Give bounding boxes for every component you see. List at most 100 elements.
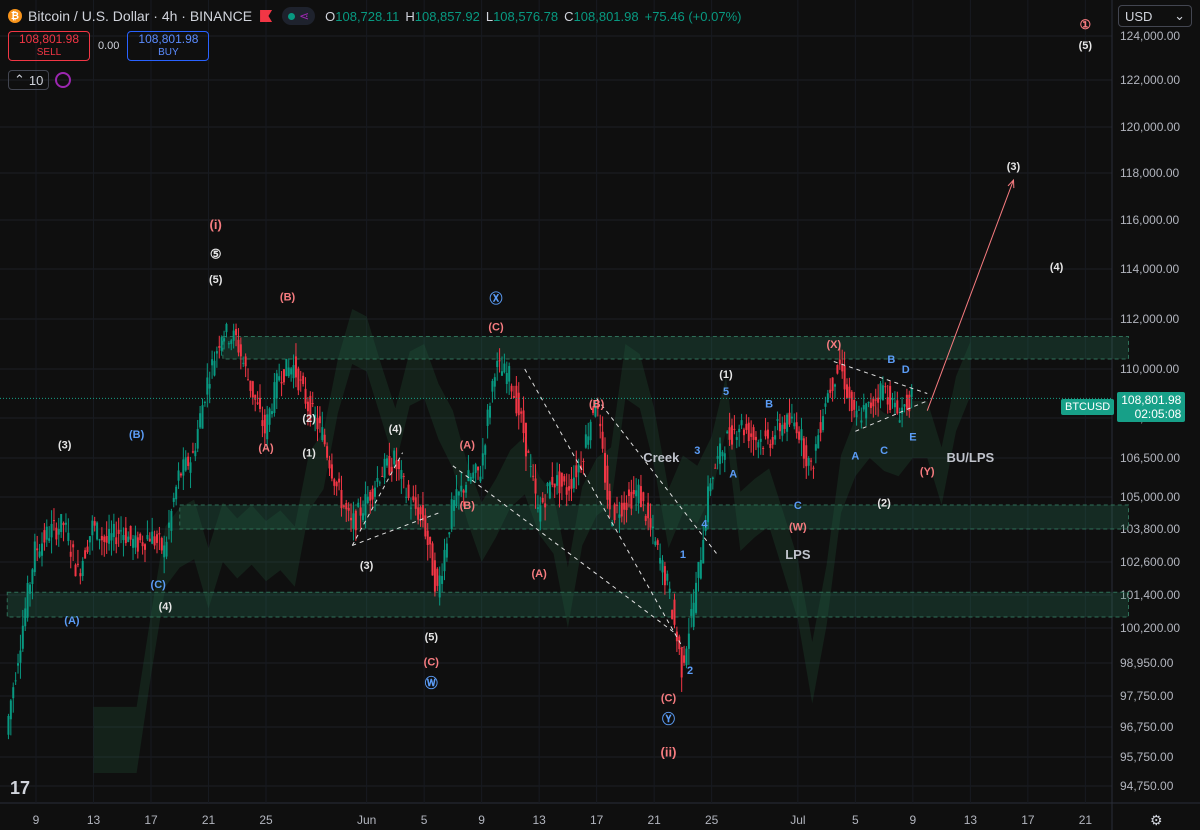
wave-label: (4) — [1050, 262, 1064, 274]
candle-body — [227, 343, 230, 345]
candle-body — [14, 680, 17, 682]
currency-select[interactable]: USD ⌄ — [1118, 5, 1192, 27]
candle-body — [237, 339, 240, 353]
price-tick-label: 120,000.00 — [1120, 120, 1180, 134]
candle-body — [448, 532, 451, 535]
candle-body — [546, 483, 549, 487]
candle-body — [807, 457, 810, 466]
wave-label: D — [902, 364, 910, 376]
candle-body — [223, 338, 226, 342]
candle-body — [7, 716, 10, 735]
candle-body — [714, 467, 717, 469]
wave-label: C — [794, 500, 802, 512]
chevron-down-icon: ⌄ — [1174, 8, 1185, 23]
time-tick-label: 13 — [532, 813, 546, 827]
price-tick-label: 95,750.00 — [1120, 750, 1174, 764]
candle-body — [524, 422, 527, 457]
candle-body — [151, 531, 154, 544]
candle-body — [381, 475, 384, 477]
candle-body — [124, 527, 127, 544]
candle-body — [764, 430, 767, 437]
candle-body — [637, 484, 640, 504]
candle-body — [548, 482, 551, 499]
candle-body — [191, 451, 194, 453]
candle-body — [247, 379, 250, 381]
candle-body — [390, 466, 393, 472]
candle-body — [690, 609, 693, 616]
time-tick-label: 17 — [590, 813, 604, 827]
candle-body — [510, 385, 513, 392]
candle-body — [742, 429, 745, 436]
candle-body — [805, 445, 808, 467]
candle-body — [532, 475, 535, 477]
candle-body — [754, 436, 757, 441]
candle-body — [687, 633, 690, 649]
candle-body — [577, 464, 580, 473]
candle-body — [584, 434, 587, 448]
candle-body — [673, 599, 676, 625]
status-pill[interactable]: ⋖ — [282, 7, 316, 25]
candle-body — [33, 541, 36, 573]
price-tick-label: 118,000.00 — [1120, 166, 1179, 180]
sell-button[interactable]: 108,801.98 SELL — [8, 31, 90, 61]
price-chart[interactable]: 124,000.00 122,000.00 120,000.00 118,000.00… — [0, 0, 1200, 830]
candle-body — [232, 330, 235, 341]
candle-body — [831, 377, 834, 391]
candle-body — [388, 455, 391, 475]
candle-body — [177, 470, 180, 481]
candle-body — [136, 537, 139, 552]
wave-label: (C) — [488, 322, 504, 334]
wave-label: 1 — [680, 549, 686, 561]
wave-label: (B) — [280, 292, 296, 304]
candle-body — [163, 545, 166, 558]
indicators-toggle[interactable]: ⌃ 10 — [8, 70, 50, 90]
candle-body — [419, 507, 422, 515]
candle-body — [187, 456, 190, 466]
wave-label: 4 — [701, 519, 708, 531]
candle-body — [81, 560, 84, 576]
candle-body — [362, 513, 365, 521]
candle-body — [153, 536, 156, 546]
flag-icon[interactable] — [260, 10, 273, 22]
candle-body — [366, 496, 369, 504]
wave-label: (C) — [424, 657, 440, 669]
candle-body — [685, 648, 688, 666]
candle-body — [414, 497, 417, 509]
wave-label: Ⓧ — [489, 291, 502, 306]
wave-label: (3) — [360, 560, 374, 572]
candle-body — [31, 569, 34, 585]
candle-body — [855, 410, 858, 418]
candle-body — [36, 548, 39, 551]
candle-body — [364, 494, 367, 516]
candle-body — [730, 425, 733, 445]
buy-button[interactable]: 108,801.98 BUY — [127, 31, 210, 61]
candle-body — [357, 502, 360, 507]
candle-body — [469, 476, 472, 482]
indicator-icon[interactable] — [55, 72, 72, 88]
candle-body — [132, 538, 135, 548]
candle-body — [709, 483, 712, 492]
candle-body — [326, 446, 329, 458]
candle-body — [139, 533, 142, 541]
symbol-title[interactable]: Bitcoin / U.S. Dollar · 4h · BINANCE — [28, 8, 252, 24]
candle-body — [88, 536, 91, 543]
price-tick-label: 102,600.00 — [1120, 555, 1180, 569]
candle-body — [79, 573, 82, 577]
wave-label: E — [909, 432, 916, 444]
candle-body — [184, 457, 187, 471]
candle-body — [615, 504, 618, 506]
time-tick-label: 25 — [705, 813, 719, 827]
candle-body — [841, 364, 844, 372]
candle-body — [266, 414, 269, 440]
candle-body — [822, 416, 825, 431]
time-tick-label: 21 — [647, 813, 661, 827]
candle-body — [817, 435, 820, 449]
candle-body — [740, 420, 743, 426]
candle-body — [251, 381, 254, 398]
wave-label: (i) — [210, 217, 222, 232]
gear-icon[interactable]: ⚙ — [1150, 812, 1163, 829]
candle-body — [884, 386, 887, 388]
candle-body — [165, 541, 168, 557]
tradingview-logo-icon[interactable]: 17 — [10, 778, 30, 799]
candle-body — [175, 486, 178, 500]
